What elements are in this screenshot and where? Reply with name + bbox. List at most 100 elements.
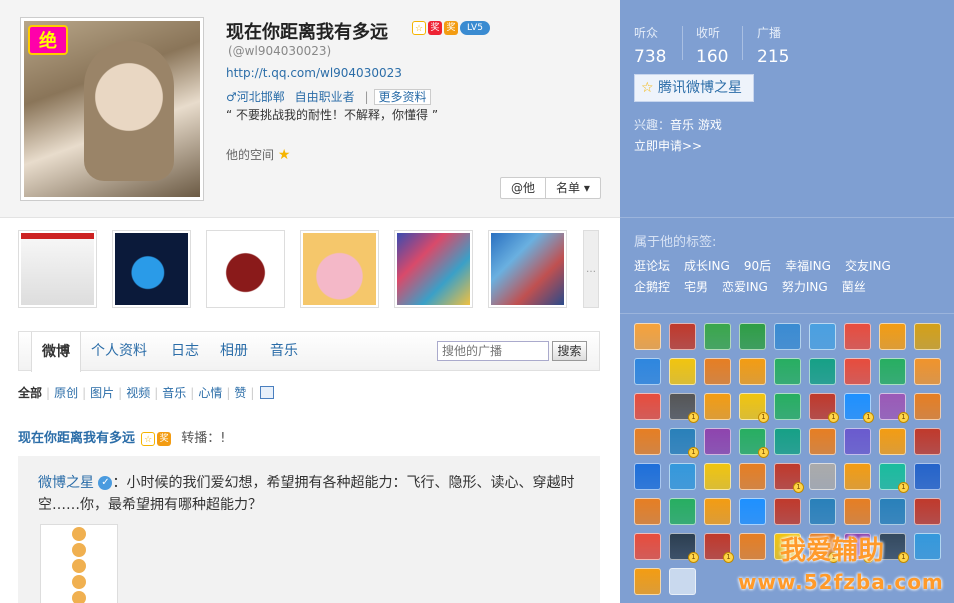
filter-original[interactable]: 原创 xyxy=(54,384,78,401)
badge-icon[interactable]: 1 xyxy=(774,463,804,493)
badge-icon[interactable] xyxy=(844,428,871,455)
badge-icon[interactable]: 1 xyxy=(669,393,699,423)
profile-name[interactable]: 现在你距离我有多远 xyxy=(226,18,388,44)
location-link[interactable]: ♂河北邯郸 xyxy=(226,90,285,104)
badge-icon[interactable] xyxy=(809,358,836,385)
profile-url-link[interactable]: http://t.qq.com/wl904030023 xyxy=(226,66,402,80)
badge-icon[interactable] xyxy=(809,498,836,525)
level-badge-icon[interactable]: LV5 xyxy=(460,20,490,35)
badge-icon[interactable] xyxy=(634,393,661,420)
badge-icon[interactable] xyxy=(704,323,731,350)
badge-icon[interactable] xyxy=(634,568,661,595)
badge-icon[interactable] xyxy=(634,323,661,350)
calendar-icon[interactable] xyxy=(260,386,275,399)
quoted-post-image[interactable] xyxy=(40,524,118,603)
badge-icon[interactable] xyxy=(739,358,766,385)
badge-icon[interactable] xyxy=(704,358,731,385)
badge-icon[interactable] xyxy=(809,428,836,455)
photo-thumb[interactable] xyxy=(18,230,97,308)
filter-like[interactable]: 赞 xyxy=(234,384,246,401)
badge-icon[interactable] xyxy=(914,323,941,350)
apply-link[interactable]: 立即申请>> xyxy=(634,137,702,154)
badge-icon[interactable]: 1 xyxy=(669,533,699,563)
badge-icon[interactable] xyxy=(809,323,836,350)
badge-icon[interactable] xyxy=(669,463,696,490)
badge-icon[interactable] xyxy=(774,358,801,385)
badge-icon[interactable] xyxy=(774,323,801,350)
badge-icon[interactable] xyxy=(914,498,941,525)
badge-icon[interactable]: 1 xyxy=(809,393,839,423)
stat-following[interactable]: 收听 160 xyxy=(696,24,728,67)
avatar[interactable]: 绝 xyxy=(20,17,204,201)
tag-item[interactable]: 逛论坛 xyxy=(634,256,670,277)
photo-thumb[interactable] xyxy=(206,230,285,308)
badge-icon[interactable] xyxy=(704,393,731,420)
photo-strip-more-button[interactable]: … xyxy=(583,230,599,308)
filter-image[interactable]: 图片 xyxy=(90,384,114,401)
stat-listeners[interactable]: 听众 738 xyxy=(634,24,666,67)
badge-icon[interactable] xyxy=(914,463,941,490)
badge-icon[interactable] xyxy=(669,358,696,385)
badge-icon[interactable] xyxy=(739,498,766,525)
stat-broadcasts[interactable]: 广播 215 xyxy=(757,24,789,67)
badge-icon[interactable] xyxy=(879,358,906,385)
badge-icon[interactable]: 1 xyxy=(739,428,769,458)
badge-icon[interactable] xyxy=(704,498,731,525)
tag-item[interactable]: 努力ING xyxy=(782,277,828,298)
photo-thumb[interactable] xyxy=(112,230,191,308)
badge-icon[interactable] xyxy=(774,498,801,525)
mention-button[interactable]: @他 xyxy=(501,178,547,198)
tag-item[interactable]: 幸福ING xyxy=(785,256,831,277)
tag-item[interactable]: 企鹅控 xyxy=(634,277,670,298)
badge-icon[interactable] xyxy=(879,498,906,525)
badge-icon[interactable] xyxy=(914,358,941,385)
search-button[interactable]: 搜索 xyxy=(552,341,587,361)
photo-thumb[interactable] xyxy=(300,230,379,308)
badge-icon[interactable] xyxy=(669,498,696,525)
award-badge-icon[interactable]: 奖 xyxy=(444,20,458,35)
star-badge-icon[interactable]: ☆ xyxy=(412,20,426,35)
tab-profile[interactable]: 个人资料 xyxy=(91,340,147,360)
photo-thumb[interactable] xyxy=(394,230,473,308)
badge-icon[interactable]: 1 xyxy=(879,463,909,493)
badge-icon[interactable]: 1 xyxy=(844,393,874,423)
tag-item[interactable]: 恋爱ING xyxy=(722,277,768,298)
tag-item[interactable]: 菌丝 xyxy=(842,277,866,298)
badge-icon[interactable]: 1 xyxy=(669,428,699,458)
badge-icon[interactable] xyxy=(774,428,801,455)
badge-icon[interactable] xyxy=(704,463,731,490)
list-dropdown-button[interactable]: 名单 ▾ xyxy=(546,178,600,198)
badge-icon[interactable] xyxy=(844,358,871,385)
badge-icon[interactable]: 1 xyxy=(739,393,769,423)
tab-music[interactable]: 音乐 xyxy=(270,340,298,360)
badge-icon[interactable] xyxy=(844,463,871,490)
post-author-link[interactable]: 现在你距离我有多远 xyxy=(18,431,135,446)
badge-icon[interactable]: 1 xyxy=(704,533,734,563)
filter-all[interactable]: 全部 xyxy=(18,384,42,401)
badge-icon[interactable] xyxy=(704,428,731,455)
filter-mood[interactable]: 心情 xyxy=(198,384,222,401)
tab-weibo[interactable]: 微博 xyxy=(31,332,81,372)
lottery-badge-icon[interactable]: 奖 xyxy=(428,20,442,35)
badge-icon[interactable] xyxy=(669,568,696,595)
badge-icon[interactable] xyxy=(634,498,661,525)
weibo-star-button[interactable]: ☆ 腾讯微博之星 xyxy=(634,74,754,102)
tag-item[interactable]: 交友ING xyxy=(845,256,891,277)
filter-video[interactable]: 视频 xyxy=(126,384,150,401)
badge-icon[interactable] xyxy=(914,393,941,420)
tag-item[interactable]: 宅男 xyxy=(684,277,708,298)
tab-album[interactable]: 相册 xyxy=(220,340,248,360)
space-link[interactable]: 他的空间 ★ xyxy=(226,146,290,163)
more-info-link[interactable]: 更多资料 xyxy=(374,89,431,105)
tab-blog[interactable]: 日志 xyxy=(171,340,199,360)
badge-icon[interactable] xyxy=(634,533,661,560)
badge-icon[interactable] xyxy=(809,463,836,490)
photo-thumb[interactable] xyxy=(488,230,567,308)
tag-item[interactable]: 成长ING xyxy=(684,256,730,277)
filter-music[interactable]: 音乐 xyxy=(162,384,186,401)
badge-icon[interactable] xyxy=(879,323,906,350)
occupation-link[interactable]: 自由职业者 xyxy=(295,90,355,104)
badge-icon[interactable] xyxy=(739,463,766,490)
badge-icon[interactable] xyxy=(774,393,801,420)
interests-link[interactable]: 音乐 游戏 xyxy=(670,118,722,132)
